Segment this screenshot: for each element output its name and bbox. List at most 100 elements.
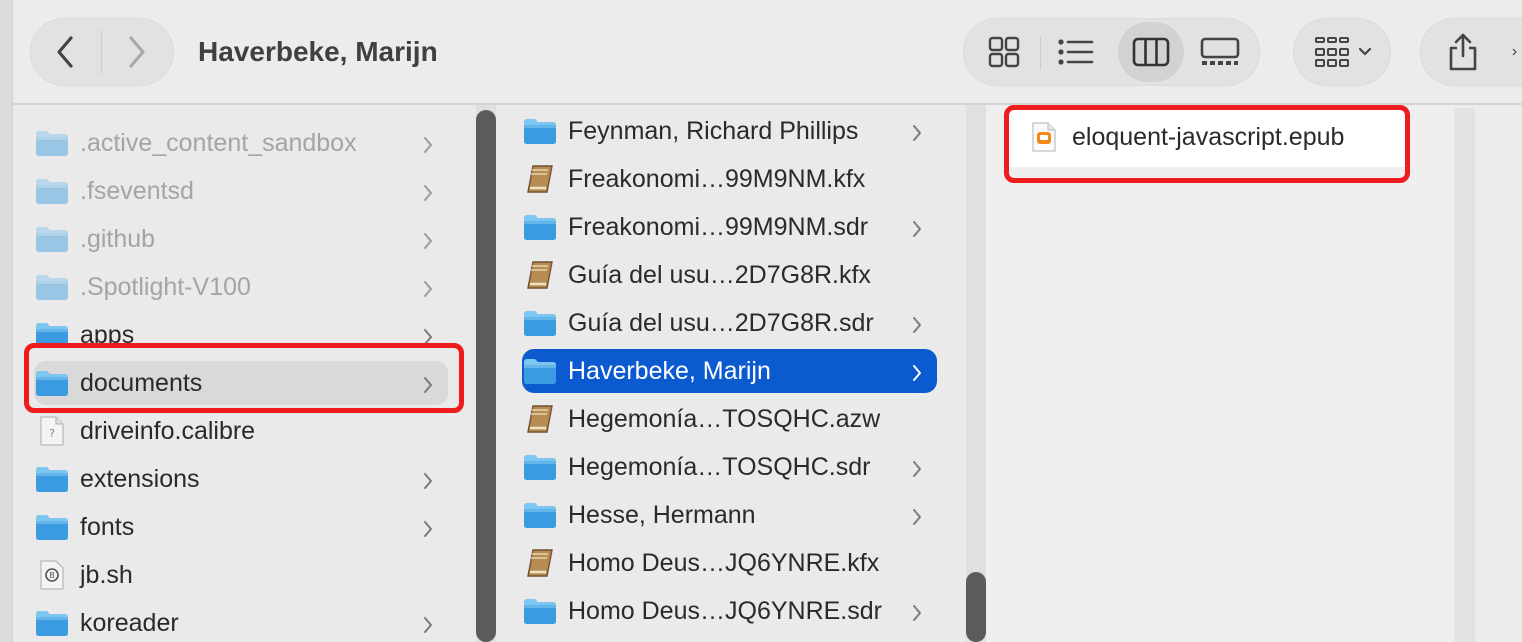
column-root: .active_content_sandbox .fseventsd .github… (13, 105, 483, 642)
file-item-extensions[interactable]: extensions (34, 457, 448, 501)
chevron-right-icon (422, 229, 434, 249)
file-item-label: koreader (80, 608, 179, 637)
chevron-right-icon (911, 217, 923, 237)
file-item-hegemon-a-tosqhc-azw[interactable]: Hegemonía…TOSQHC.azw (522, 397, 937, 441)
file-item-homo-deus-jq6ynre-kfx[interactable]: Homo Deus…JQ6YNRE.kfx (522, 541, 937, 585)
file-item-gu-a-del-usu-2d7g8r-kfx[interactable]: Guía del usu…2D7G8R.kfx (522, 253, 937, 297)
epub-file-icon (1026, 122, 1062, 152)
file-item-driveinfo-calibre[interactable]: ? driveinfo.calibre (34, 409, 448, 453)
window-title: Haverbeke, Marijn (198, 36, 438, 67)
file-item-fseventsd[interactable]: .fseventsd (34, 169, 448, 213)
back-button[interactable] (40, 30, 90, 74)
file-item-gu-a-del-usu-2d7g8r-sdr[interactable]: Guía del usu…2D7G8R.sdr (522, 301, 937, 345)
sidebar-edge (0, 0, 13, 642)
file-item-haverbeke-marijn[interactable]: Haverbeke, Marijn (522, 349, 937, 393)
column-documents-scrollbar-track[interactable] (966, 105, 986, 642)
chevron-right-icon (911, 601, 923, 621)
chevron-right-icon (422, 373, 434, 393)
file-item-label: documents (80, 368, 203, 397)
column-haverbeke-scrollbar-track[interactable] (1455, 108, 1475, 642)
columns-icon (1132, 37, 1170, 67)
file-item-label: .Spotlight-V100 (80, 272, 251, 301)
share-icon (1449, 33, 1477, 71)
file-item-homo-deus-jq6ynre-sdr[interactable]: Homo Deus…JQ6YNRE.sdr (522, 589, 937, 633)
file-item-documents[interactable]: documents (34, 361, 448, 405)
folder-icon (34, 320, 70, 350)
svg-text:?: ? (49, 427, 55, 440)
chevron-right-icon (422, 181, 434, 201)
gallery-icon (1200, 37, 1240, 65)
forward-button[interactable] (112, 30, 162, 74)
folder-icon (522, 452, 558, 482)
file-item-label: Hesse, Hermann (568, 500, 756, 529)
list-view-button[interactable] (1046, 22, 1106, 82)
file-item-hegemon-a-tosqhc-sdr[interactable]: Hegemonía…TOSQHC.sdr (522, 445, 937, 489)
share-button[interactable] (1438, 26, 1488, 78)
file-item-label: .active_content_sandbox (80, 128, 357, 157)
folder-icon (34, 176, 70, 206)
chevron-right-icon (911, 505, 923, 525)
file-item-label: Feynman, Richard Phillips (568, 116, 859, 145)
chevron-right-icon (422, 613, 434, 633)
chevron-right-icon (422, 469, 434, 489)
folder-icon (34, 224, 70, 254)
chevron-left-icon (57, 36, 73, 68)
more-toolbar-icon[interactable] (1510, 40, 1522, 64)
file-item-freakonomi-99m9nm-sdr[interactable]: Freakonomi…99M9NM.sdr (522, 205, 937, 249)
folder-icon (522, 356, 558, 386)
chevron-down-icon (1358, 47, 1372, 56)
column-view-button[interactable] (1118, 22, 1184, 82)
list-icon (1058, 39, 1094, 65)
file-item-label: Freakonomi…99M9NM.sdr (568, 212, 869, 241)
file-item-active-content-sandbox[interactable]: .active_content_sandbox (34, 121, 448, 165)
chevron-right-icon (422, 325, 434, 345)
view-divider (1040, 36, 1041, 70)
file-item-fonts[interactable]: fonts (34, 505, 448, 549)
book-file-icon (522, 260, 558, 290)
toolbar: Haverbeke, Marijn (0, 0, 1522, 105)
chevron-right-icon (911, 313, 923, 333)
file-item-apps[interactable]: apps (34, 313, 448, 357)
icon-view-button[interactable] (974, 22, 1034, 82)
column-documents-scrollbar[interactable] (966, 572, 986, 642)
folder-icon (522, 116, 558, 146)
chevron-right-icon (129, 36, 145, 68)
folder-icon (34, 128, 70, 158)
file-item-label: Guía del usu…2D7G8R.sdr (568, 308, 874, 337)
file-item-label: Homo Deus…JQ6YNRE.kfx (568, 548, 880, 577)
gallery-view-button[interactable] (1190, 22, 1250, 82)
grid-icon (988, 36, 1020, 68)
chevron-right-icon (911, 361, 923, 381)
file-item-jb-sh[interactable]: Bjb.sh (34, 553, 448, 597)
file-item-github[interactable]: .github (34, 217, 448, 261)
folder-icon (522, 596, 558, 626)
column-documents: Feynman, Richard Phillips Freakonomi…99M9… (496, 105, 966, 642)
column-haverbeke: eloquent-javascript.epub (986, 105, 1453, 642)
file-item-eloquent-javascript-epub[interactable]: eloquent-javascript.epub (1006, 107, 1406, 167)
file-item-label: jb.sh (80, 560, 133, 589)
folder-icon (34, 512, 70, 542)
nav-divider (101, 30, 102, 74)
group-by-button[interactable] (1305, 28, 1381, 76)
file-item-label: fonts (80, 512, 135, 541)
folder-icon (34, 464, 70, 494)
file-item-spotlight-v100[interactable]: .Spotlight-V100 (34, 265, 448, 309)
file-item-label: Haverbeke, Marijn (568, 356, 771, 385)
file-item-label: extensions (80, 464, 200, 493)
file-item-label: Homo Deus…JQ6YNRE.sdr (568, 596, 882, 625)
file-item-koreader[interactable]: koreader (34, 601, 448, 642)
chevron-right-icon (422, 133, 434, 153)
file-item-label: apps (80, 320, 135, 349)
folder-icon (522, 308, 558, 338)
file-item-freakonomi-99m9nm-kfx[interactable]: Freakonomi…99M9NM.kfx (522, 157, 937, 201)
column-root-scrollbar[interactable] (476, 110, 496, 642)
file-item-label: driveinfo.calibre (80, 416, 256, 445)
file-item-label: Guía del usu…2D7G8R.kfx (568, 260, 871, 289)
book-file-icon (522, 404, 558, 434)
folder-icon (522, 212, 558, 242)
file-item-label: .fseventsd (80, 176, 194, 205)
chevron-right-icon (422, 517, 434, 537)
file-item-feynman-richard-phillips[interactable]: Feynman, Richard Phillips (522, 109, 937, 153)
chevron-right-icon (422, 277, 434, 297)
file-item-hesse-hermann[interactable]: Hesse, Hermann (522, 493, 937, 537)
